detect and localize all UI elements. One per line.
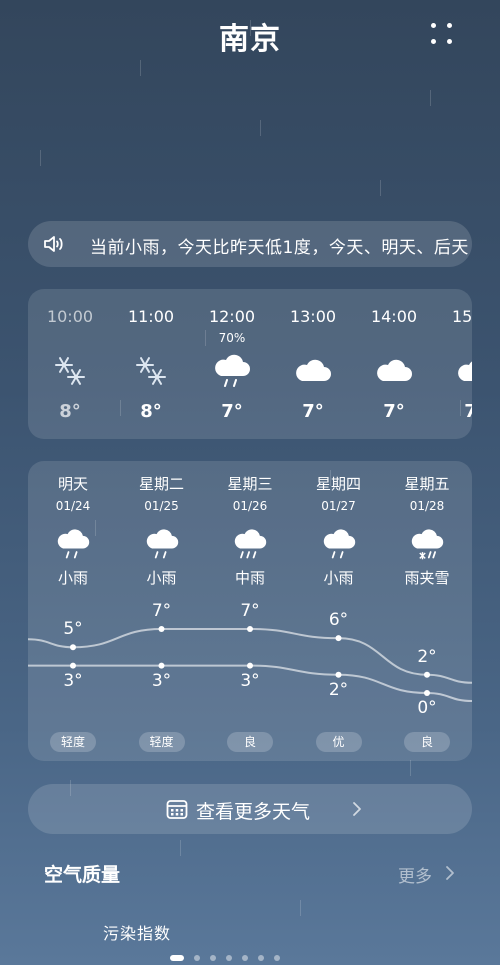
- hour-temperature: 7°: [221, 401, 243, 422]
- pollution-index-label: 污染指数: [103, 924, 172, 943]
- hourly-item: 15:00 7°: [435, 289, 472, 439]
- low-temperature-point: [424, 690, 430, 696]
- hour-icon: [131, 351, 171, 391]
- page-dot[interactable]: [226, 955, 232, 961]
- chevron-right-icon: [353, 802, 361, 816]
- hour-time: 14:00: [370, 307, 418, 326]
- daily-forecast-card[interactable]: 明天 01/24 小雨 轻度 星期二 01/25 小雨 轻度 星期三 01/26 中雨良星期四 01/…: [28, 461, 472, 761]
- air-quality-more-label: 更多: [398, 867, 432, 887]
- hour-icon: [374, 351, 414, 391]
- precip-probability: 70%: [218, 331, 246, 345]
- snow-icon: [136, 357, 166, 385]
- high-temperature-point: [424, 671, 430, 678]
- hourly-item: 11:00 8°: [111, 289, 191, 439]
- hour-time: 11:00: [127, 307, 175, 326]
- high-temperature-label: 7°: [240, 601, 260, 621]
- cloudy-icon: [296, 359, 331, 381]
- hourly-item: 10:00 8°: [30, 289, 110, 439]
- cloudy-icon: [377, 359, 412, 381]
- speaker-icon[interactable]: [42, 232, 66, 256]
- hourly-item: 14:00 7°: [354, 289, 434, 439]
- hour-temperature: 7°: [464, 401, 472, 422]
- low-temperature-label: 3°: [63, 670, 83, 691]
- hour-time: 12:00: [208, 307, 256, 326]
- high-temperature-point: [247, 626, 253, 632]
- page-indicator[interactable]: [170, 954, 330, 964]
- low-temperature-label: 2°: [328, 679, 349, 700]
- page-dot-active[interactable]: [170, 955, 184, 961]
- low-temperature-point: [247, 662, 253, 669]
- hour-icon: [212, 351, 252, 391]
- hour-temperature: 8°: [140, 401, 162, 422]
- page-dot[interactable]: [194, 955, 200, 961]
- notice-text: 当前小雨，今天比昨天低1度，今天、明天、后天: [90, 238, 469, 258]
- more-weather-label: 查看更多天气: [196, 801, 311, 823]
- low-temperature-point: [158, 662, 165, 669]
- hourly-item: 12:00 70% 7°: [192, 289, 272, 439]
- high-temperature-point: [335, 635, 342, 642]
- hour-icon: [50, 351, 90, 391]
- hour-temperature: 7°: [383, 401, 405, 422]
- low-temperature-point: [70, 662, 76, 669]
- chevron-right-icon: [446, 866, 454, 880]
- page-dot[interactable]: [242, 955, 248, 961]
- high-temperature-point: [70, 644, 76, 651]
- hour-time: 10:00: [46, 307, 94, 326]
- high-temperature-label: 5°: [63, 619, 83, 640]
- calendar-icon: [166, 800, 188, 819]
- hour-time: 13:00: [289, 307, 337, 326]
- page-dot[interactable]: [210, 955, 216, 961]
- more-weather-button[interactable]: 查看更多天气: [28, 784, 472, 834]
- hourly-item: 13:00 7°: [273, 289, 353, 439]
- hour-temperature: 8°: [59, 401, 81, 422]
- weather-notice-banner[interactable]: 当前小雨，今天比昨天低1度，今天、明天、后天: [28, 221, 472, 267]
- low-temperature-point: [335, 671, 342, 678]
- hour-time: 15:00: [451, 307, 472, 326]
- hour-icon: [293, 351, 333, 391]
- air-quality-more-link[interactable]: 更多: [398, 860, 460, 887]
- page-dot[interactable]: [258, 955, 264, 961]
- hour-icon: [455, 351, 472, 391]
- page-dot[interactable]: [274, 955, 280, 961]
- more-dots-icon[interactable]: [428, 20, 456, 48]
- high-temperature-point: [158, 626, 165, 632]
- hour-temperature: 7°: [302, 401, 324, 422]
- low-temperature-label: 3°: [240, 670, 260, 691]
- snow-icon: [55, 357, 85, 385]
- high-temperature-label: 7°: [151, 601, 172, 621]
- hourly-forecast-card[interactable]: 10:00 8° 11:00 8° 12:00 70% 7° 13:00 7° 14:00 7° 15…: [28, 289, 472, 439]
- low-temperature-label: 3°: [151, 670, 172, 691]
- low-temperature-label: 0°: [417, 698, 437, 718]
- high-temperature-label: 6°: [328, 610, 349, 631]
- high-temperature-label: 2°: [417, 646, 437, 667]
- cloudy-icon: [458, 361, 472, 381]
- city-title: 南京: [219, 22, 281, 57]
- air-quality-title: 空气质量: [44, 864, 121, 886]
- light-rain-icon: [215, 354, 250, 387]
- header: 南京: [0, 0, 500, 70]
